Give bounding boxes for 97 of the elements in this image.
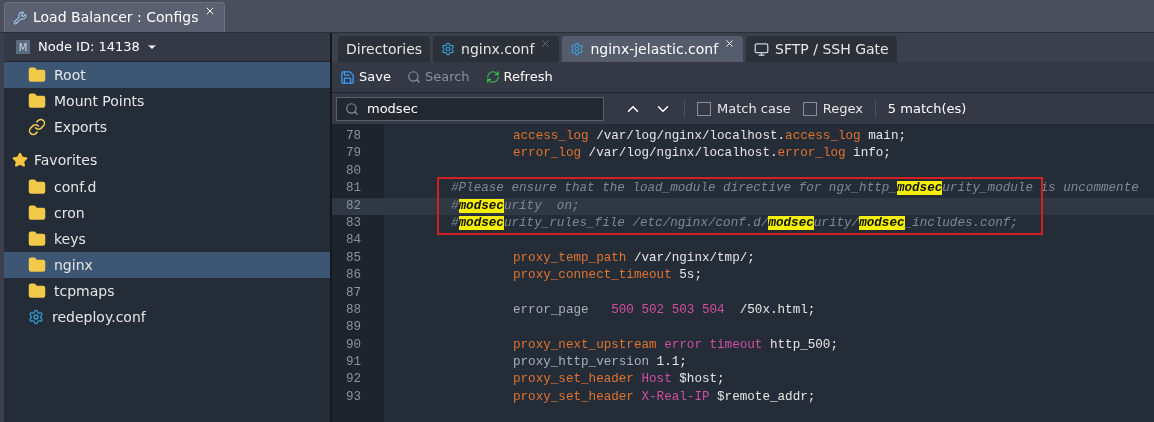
code-token: proxy_http_version: [513, 355, 650, 370]
checkbox-label: Regex: [822, 99, 863, 118]
line-number: 91: [345, 354, 363, 372]
save-icon: [340, 69, 355, 85]
line-number: 80: [345, 162, 363, 180]
code-token: urity/: [813, 215, 860, 230]
code-token: $remote_addr;: [716, 389, 816, 404]
close-icon[interactable]: [540, 38, 552, 49]
code-token: Host: [640, 372, 672, 387]
config-file-icon: [28, 309, 44, 325]
line-number: 84: [345, 232, 363, 250]
search-match: modsec: [896, 181, 943, 196]
code-token: proxy_connect_timeout: [513, 268, 672, 283]
checkbox[interactable]: [697, 101, 711, 116]
config-file-icon: [441, 42, 456, 56]
checkbox-label: Match case: [717, 99, 791, 118]
code-token: /50x.html;: [738, 302, 816, 317]
editor-tab[interactable]: SFTP / SSH Gate: [746, 36, 897, 62]
line-number: 86: [345, 267, 363, 285]
search-icon: [406, 70, 421, 84]
config-file-icon: [570, 42, 585, 56]
line-number: 93: [345, 388, 363, 406]
code-token: #: [451, 198, 459, 213]
folder-icon: [28, 66, 46, 84]
line-number: 92: [345, 371, 363, 389]
line-number: 89: [345, 319, 363, 337]
match-count: 5 match(es): [887, 99, 967, 118]
code-token: main;: [867, 129, 906, 143]
search-match: modsec: [768, 215, 814, 230]
code-token: error_log: [513, 146, 582, 161]
line-number: 85: [345, 249, 363, 267]
toolbar-button[interactable]: Save: [340, 67, 391, 87]
code-token: proxy_set_header: [513, 389, 634, 404]
folder-icon: [28, 204, 46, 222]
close-icon[interactable]: [724, 38, 736, 49]
code-token: $host;: [678, 372, 725, 387]
editor-tab[interactable]: Directories: [338, 36, 431, 62]
code-token: #Please ensure that the load_module directive for ngx_http_: [451, 181, 897, 196]
search-icon: [345, 101, 359, 116]
line-number: 88: [345, 301, 363, 319]
code-token: access_log: [785, 129, 861, 143]
tree-item[interactable]: Root: [4, 62, 330, 88]
tree-item[interactable]: keys: [4, 226, 330, 252]
code-token: proxy_next_upstream: [513, 337, 657, 352]
tree-item[interactable]: Mount Points: [4, 88, 330, 114]
tree-item[interactable]: Exports: [4, 114, 330, 140]
code-token: /var/nginx/tmp/;: [632, 250, 755, 265]
toolbar-button[interactable]: Refresh: [485, 67, 553, 87]
line-number: 83: [345, 214, 363, 232]
checkbox[interactable]: [802, 101, 817, 116]
window-tab[interactable]: Load Balancer : Configs: [4, 2, 226, 32]
code-token: info;: [852, 146, 891, 161]
code-token: #: [451, 215, 459, 230]
terminal-icon: [754, 41, 770, 57]
code-token: error timeout: [663, 337, 763, 352]
code-token: 1.1;: [655, 355, 687, 370]
window-title: Load Balancer : Configs: [33, 8, 199, 27]
node-selector[interactable]: Node ID: 14138: [38, 37, 158, 57]
search-match: modsec: [859, 215, 905, 230]
tree-item[interactable]: redeploy.conf: [4, 304, 330, 330]
line-number: 82: [332, 197, 384, 215]
editor-tab[interactable]: nginx-jelastic.conf: [562, 36, 744, 62]
star-icon: [12, 152, 28, 168]
code-token: X-Real-IP: [640, 389, 710, 404]
code-token: 500 502 503 504: [610, 302, 725, 317]
line-number: 90: [345, 336, 363, 354]
folder-icon: [28, 256, 46, 274]
line-number: 79: [345, 145, 363, 163]
code-token: /var/log/nginx/localhost.: [595, 129, 786, 143]
code-token: urity_rules_file /etc/nginx/conf.d/: [503, 215, 769, 230]
node-badge: M: [16, 40, 30, 54]
code-token: proxy_set_header: [513, 372, 634, 387]
code-token: error_page: [513, 302, 589, 317]
code-token: 5s;: [678, 268, 702, 283]
tree-item[interactable]: conf.d: [4, 174, 330, 200]
code-token: proxy_temp_path: [513, 250, 627, 265]
folder-icon: [28, 230, 46, 248]
code-token: http_500;: [768, 337, 838, 352]
link-folder-icon: [28, 118, 46, 136]
tree-item[interactable]: nginx: [4, 252, 330, 278]
folder-icon: [28, 178, 46, 196]
tree-item[interactable]: tcpmaps: [4, 278, 330, 304]
code-token: /var/log/nginx/localhost.: [587, 146, 778, 161]
code-token: access_log: [513, 129, 589, 143]
editor-tab[interactable]: nginx.conf: [433, 36, 560, 62]
folder-icon: [28, 282, 46, 300]
code-token: error_log: [777, 146, 846, 161]
code-token: urity on;: [503, 198, 580, 213]
wrench-icon: [13, 10, 27, 25]
line-number: 87: [345, 284, 363, 302]
search-field[interactable]: modsec: [336, 96, 604, 121]
line-number: 81: [345, 180, 363, 198]
line-number: 78: [345, 128, 363, 145]
network-folder-icon: [28, 92, 46, 110]
tree-item[interactable]: cron: [4, 200, 330, 226]
refresh-icon: [485, 70, 500, 84]
tree-heading: Favorites: [34, 150, 98, 170]
